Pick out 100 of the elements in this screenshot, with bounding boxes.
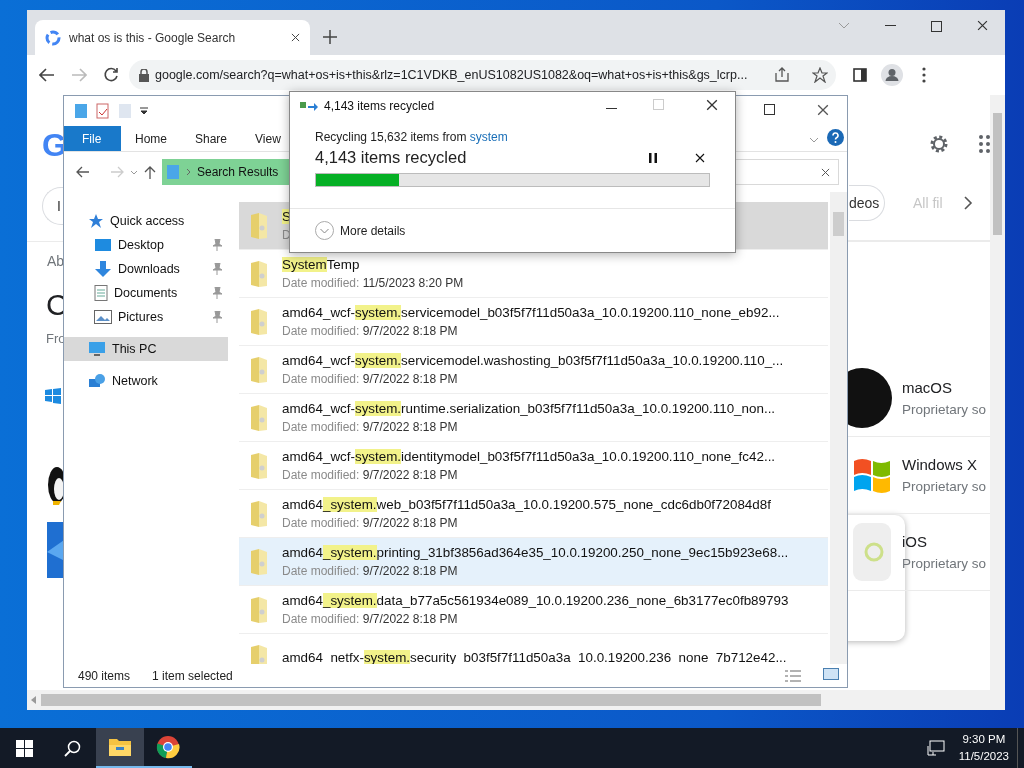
- result-subtitle: Proprietary so: [902, 478, 987, 494]
- reload-icon[interactable]: [103, 67, 119, 83]
- file-name: amd64_system.data_b77a5c561934e089_10.0.19200.236_none_6b3177ec0fb89793: [282, 593, 789, 608]
- up-icon[interactable]: [144, 165, 156, 179]
- date-modified: Date modified: 9/7/2022 8:18 PM: [282, 468, 459, 482]
- horizontal-scrollbar[interactable]: [27, 690, 1005, 710]
- clear-icon[interactable]: [821, 167, 830, 177]
- help-icon[interactable]: [827, 128, 844, 146]
- pause-icon[interactable]: [649, 152, 657, 163]
- nav-item[interactable]: Network: [64, 369, 228, 393]
- nav-item[interactable]: Desktop: [64, 233, 228, 257]
- date-modified: Date modified: 9/7/2022 8:18 PM: [282, 612, 459, 626]
- folder-icon: [249, 450, 269, 481]
- back-icon[interactable]: [76, 166, 90, 178]
- more-details-link[interactable]: More details: [340, 223, 406, 238]
- folder-icon: [108, 737, 132, 757]
- folder-icon: [249, 402, 269, 433]
- date-modified: Date modified: 11/5/2023 8:20 PM: [282, 276, 464, 290]
- file-row[interactable]: amd64_wcf-system.identitymodel_b03f5f7f11d50a3a_10.0.19200.110_none_fc42... Date modified: 9/7/2022 8:18 PM: [239, 442, 828, 490]
- apps-icon[interactable]: [979, 135, 990, 153]
- scrollbar[interactable]: [990, 95, 1005, 690]
- folder-link[interactable]: system: [469, 130, 508, 145]
- browser-tab[interactable]: what os is this - Google Search: [35, 20, 310, 55]
- file-row[interactable]: amd64_system.printing_31bf3856ad364e35_10.0.19200.250_none_9ec15b923e68... Date modified: 9/7/2022 8:18 PM: [239, 538, 828, 586]
- desktop-icon: [94, 238, 112, 252]
- progress-status: 4,143 items recycled: [315, 148, 468, 168]
- document-icon: [94, 285, 108, 301]
- folder-icon: [249, 306, 269, 337]
- ribbon-tab[interactable]: Home: [121, 126, 181, 151]
- address-bar[interactable]: google.com/search?q=what+os+is+this&rlz=1C1VDKB_enUS1082US1082&oq=what+os+is+this&gs_lcrp...: [129, 60, 836, 90]
- pictures-icon: [94, 310, 112, 324]
- folder-icon: [166, 164, 180, 180]
- file-name: amd64_wcf-system.servicemodel_b03f5f7f11d50a3a_10.0.19200.110_none_eb92...: [282, 305, 780, 320]
- chevron-down-icon[interactable]: [130, 169, 138, 175]
- nav-item[interactable]: This PC: [64, 337, 228, 361]
- windows-logo-icon: [45, 388, 61, 404]
- maximize-icon[interactable]: [930, 20, 942, 32]
- download-icon: [94, 261, 112, 277]
- clock[interactable]: 9:30 PM 11/5/2023: [944, 731, 1017, 765]
- file-row[interactable]: amd64_wcf-system.runtime.serialization_b03f5f7f11d50a3a_10.0.19200.110_non... Date modified: 9/7/2022 8:18 PM: [239, 394, 828, 442]
- settings-icon[interactable]: [928, 133, 950, 155]
- nav-item[interactable]: Quick access: [64, 209, 228, 233]
- nav-item[interactable]: Documents: [64, 281, 228, 305]
- recycle-icon: [300, 101, 318, 112]
- results-count: Ab: [47, 253, 65, 269]
- pin-icon[interactable]: [212, 311, 222, 323]
- date-modified: Date modified: 9/7/2022 8:18 PM: [282, 420, 459, 434]
- nav-item[interactable]: Pictures: [64, 305, 228, 329]
- search-icon: [63, 739, 81, 757]
- explorer-taskbar-button[interactable]: [96, 728, 144, 768]
- chevron-right-icon: [186, 168, 191, 176]
- date-modified: Date modified: 9/7/2022 8:18 PM: [282, 372, 459, 386]
- file-name: amd64_wcf-system.identitymodel_b03f5f7f11d50a3a_10.0.19200.110_none_fc42...: [282, 449, 776, 464]
- item-count: 490 items: [78, 668, 131, 683]
- network-icon[interactable]: [926, 740, 945, 756]
- folder-icon: [249, 642, 269, 664]
- file-row[interactable]: amd64_system.data_b77a5c561934e089_10.0.19200.236_none_6b3177ec0fb89793 Date modified: 9/7/2022 8:18 PM: [239, 586, 828, 634]
- result-title[interactable]: macOS: [902, 378, 987, 396]
- file-name: SystemTemp: [282, 257, 361, 272]
- pin-icon[interactable]: [212, 263, 222, 275]
- star-icon[interactable]: [812, 67, 828, 83]
- star-icon: [88, 213, 104, 229]
- scrollbar[interactable]: [830, 192, 847, 664]
- result-title[interactable]: iOS: [902, 532, 987, 550]
- progress-source: Recycling 15,632 items from system: [315, 130, 509, 145]
- tiles-view-icon[interactable]: [823, 668, 839, 680]
- result-title[interactable]: Windows X: [902, 455, 987, 473]
- lock-icon: [139, 68, 149, 82]
- folder-icon: [249, 210, 269, 241]
- minimize-icon[interactable]: [606, 108, 617, 111]
- network-icon: [88, 373, 106, 389]
- plus-icon: [323, 30, 337, 44]
- file-name: amd64_wcf-system.servicemodel.washosting_b03f5f7f11d50a3a_10.0.19200.110_...: [282, 353, 784, 368]
- file-row[interactable]: amd64_wcf-system.servicemodel_b03f5f7f11d50a3a_10.0.19200.110_none_eb92... Date modified: 9/7/2022 8:18 PM: [239, 298, 828, 346]
- ribbon-tab[interactable]: Share: [181, 126, 242, 151]
- back-icon[interactable]: [39, 68, 55, 82]
- windows-logo-icon: [15, 739, 33, 757]
- app-icon: [852, 521, 892, 582]
- share-icon[interactable]: [774, 67, 790, 83]
- google-icon: [45, 29, 61, 46]
- file-row[interactable]: amd64_wcf-system.servicemodel.washosting_b03f5f7f11d50a3a_10.0.19200.110_... Date modified: 9/7/2022 8:18 PM: [239, 346, 828, 394]
- profile-icon[interactable]: [881, 64, 903, 86]
- minimize-icon[interactable]: [884, 25, 896, 27]
- result-subtitle: Proprietary so: [902, 555, 987, 571]
- computer-icon: [88, 341, 106, 357]
- breadcrumb[interactable]: Search Results: [197, 165, 279, 179]
- dropdown-icon[interactable]: [140, 107, 148, 115]
- chevron-right-icon[interactable]: [964, 196, 973, 210]
- folder-icon: [249, 258, 269, 289]
- nav-item[interactable]: Downloads: [64, 257, 228, 281]
- pin-icon[interactable]: [212, 239, 222, 251]
- properties-icon[interactable]: [96, 103, 110, 119]
- chevron-down-icon[interactable]: [809, 136, 819, 143]
- side-panel-icon[interactable]: [853, 68, 867, 82]
- file-name: amd64_system.web_b03f5f7f11d50a3a_10.0.19200.575_none_cdc6db0f72084d8f: [282, 497, 771, 512]
- folder-icon: [249, 498, 269, 529]
- pin-icon[interactable]: [212, 287, 222, 299]
- folder-icon: [249, 354, 269, 385]
- maximize-icon[interactable]: [764, 104, 775, 115]
- menu-icon[interactable]: [922, 67, 926, 83]
